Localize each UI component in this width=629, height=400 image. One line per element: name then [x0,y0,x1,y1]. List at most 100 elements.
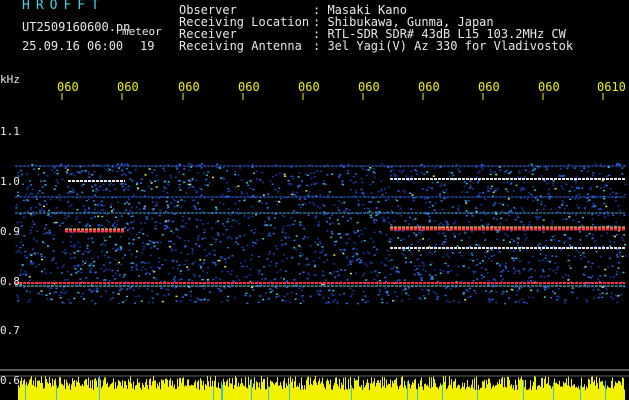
noise-pixel [510,171,513,173]
noise-pixel [27,301,30,303]
noise-pixel [372,181,375,183]
noise-pixel [389,238,391,240]
noise-pixel [141,261,144,263]
level-bar [114,389,115,400]
level-bar [544,379,545,400]
level-bar [530,380,531,400]
noise-pixel [173,278,176,280]
noise-pixel [589,186,592,188]
noise-pixel [39,210,42,212]
noise-pixel [132,220,135,223]
noise-pixel [393,265,396,268]
noise-pixel [82,253,85,255]
noise-pixel [378,271,381,274]
noise-pixel [28,298,31,301]
noise-pixel [175,260,178,263]
level-bar [190,385,191,400]
noise-pixel [21,264,24,266]
noise-pixel [372,241,375,243]
noise-pixel [568,216,571,218]
noise-pixel [616,256,619,258]
level-bar [202,385,203,400]
noise-pixel [471,254,474,257]
level-bar [231,383,232,400]
noise-pixel [575,176,578,178]
noise-pixel [73,174,76,176]
noise-pixel [484,290,487,292]
noise-pixel [317,221,320,224]
noise-pixel [409,261,412,263]
noise-pixel [408,249,411,251]
noise-pixel [111,297,114,299]
noise-pixel [90,217,93,220]
level-bar [160,389,161,400]
level-bar [379,382,380,400]
noise-pixel [250,254,253,256]
level-bar [195,380,196,400]
noise-pixel [164,187,167,189]
level-bar [258,387,259,400]
noise-pixel [552,269,555,272]
level-bar [464,382,465,400]
noise-pixel [168,272,171,275]
level-bar [76,380,77,400]
noise-pixel [528,224,531,226]
noise-pixel [399,207,402,209]
noise-pixel [561,204,564,206]
noise-pixel [323,180,325,182]
noise-pixel [49,215,52,218]
level-bar [400,384,401,400]
noise-pixel [286,257,288,260]
noise-pixel [323,211,326,213]
noise-pixel [404,220,407,222]
level-bar [176,388,177,400]
noise-pixel [613,235,616,238]
noise-pixel [59,297,62,299]
noise-pixel [188,179,191,182]
noise-pixel [457,209,460,212]
noise-pixel [324,279,327,281]
level-bar [430,388,431,400]
level-bar [403,387,404,400]
noise-pixel [496,231,499,233]
level-bar [41,376,42,400]
level-bar [189,385,190,400]
noise-pixel [616,254,619,256]
noise-pixel [94,271,97,273]
level-bar [575,387,576,400]
level-bar [343,377,344,400]
noise-pixel [225,228,228,231]
noise-pixel [624,183,627,186]
noise-pixel [185,294,188,297]
level-bar [352,387,353,400]
noise-pixel [326,174,329,176]
noise-pixel [224,265,227,268]
noise-pixel [109,298,112,301]
noise-pixel [200,167,203,169]
noise-pixel [423,198,426,200]
level-bar [414,380,415,400]
level-bar [277,377,278,400]
noise-pixel [479,262,482,264]
noise-pixel [237,174,240,177]
noise-pixel [410,243,413,246]
noise-pixel [293,194,296,196]
noise-pixel [524,239,527,241]
noise-pixel [508,172,511,174]
noise-pixel [103,237,106,239]
noise-pixel [122,172,125,175]
noise-pixel [532,200,535,202]
freq-unit-label: kHz [0,73,20,86]
level-bar [308,376,309,400]
noise-pixel [587,170,589,173]
time-tick: 060 [57,80,79,94]
level-bar [275,382,276,400]
noise-pixel [71,232,74,234]
noise-pixel [526,198,529,200]
noise-pixel [256,280,259,283]
noise-pixel [422,262,425,265]
level-bar [226,381,227,400]
noise-pixel [152,208,155,210]
level-bar [510,385,511,400]
noise-pixel [114,226,117,229]
